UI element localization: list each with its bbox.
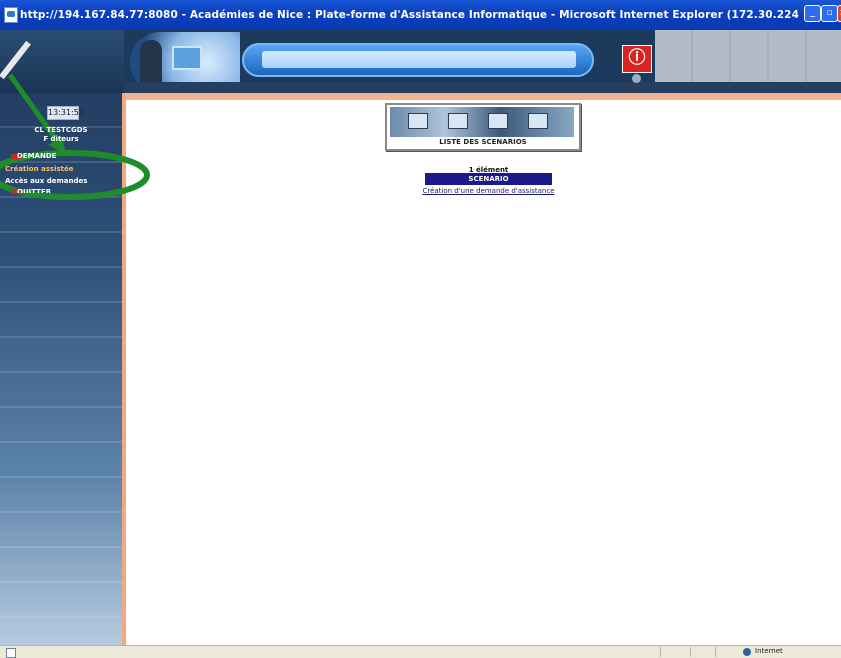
banner-tiles [655, 30, 841, 82]
scenario-link[interactable]: Création d'une demande d'assistance [415, 187, 562, 195]
monitor-icon [448, 113, 468, 129]
window-title-bar[interactable]: http://194.167.84.77:8080 - Académies de… [0, 0, 841, 30]
maximize-button[interactable]: ▫ [821, 5, 838, 22]
minimize-button[interactable]: _ [804, 5, 821, 22]
site-banner: ⓘ [0, 30, 841, 93]
status-separator [715, 647, 716, 657]
banner-stripe [124, 82, 841, 93]
menu-item-quitter[interactable]: QUITTER [17, 188, 51, 193]
close-button[interactable]: × [837, 5, 841, 22]
banner-bar-inner [262, 51, 576, 68]
status-separator [690, 647, 691, 657]
logo-area [0, 30, 124, 93]
scenario-column-header: SCENARIO [425, 173, 552, 185]
sidebar: 13:31:53 CL TESTCGDS F diteurs DEMANDE C… [0, 93, 122, 645]
user-role: F diteurs [43, 135, 79, 143]
menu-item-acces-demandes[interactable]: Accès aux demandes [5, 177, 87, 185]
user-name: CL TESTCGDS [34, 126, 88, 134]
banner-bar [242, 43, 594, 77]
scenario-banner-image [390, 107, 574, 137]
internet-zone-icon [743, 648, 751, 656]
person-image [140, 40, 162, 88]
scenario-list-title: LISTE DES SCENARIOS [439, 138, 527, 146]
status-bar: Internet [0, 645, 841, 658]
scenario-list-banner: LISTE DES SCENARIOS [385, 103, 581, 151]
sidebar-divider [122, 93, 126, 645]
monitor-icon [528, 113, 548, 129]
window-title: http://194.167.84.77:8080 - Académies de… [20, 9, 799, 21]
pen-logo-icon [0, 40, 31, 80]
menu-item-demande[interactable]: DEMANDE [17, 152, 56, 160]
info-icon[interactable]: ⓘ [622, 45, 652, 83]
clock-display: 13:31:53 [47, 106, 84, 120]
status-separator [660, 647, 661, 657]
monitor-icon [488, 113, 508, 129]
menu-item-creation-assistee[interactable]: Création assistée [5, 165, 74, 173]
security-zone: Internet [755, 647, 783, 655]
monitor-icon [408, 113, 428, 129]
monitor-image [172, 46, 202, 70]
content-top-rule [126, 93, 841, 100]
internet-explorer-icon [4, 7, 18, 23]
